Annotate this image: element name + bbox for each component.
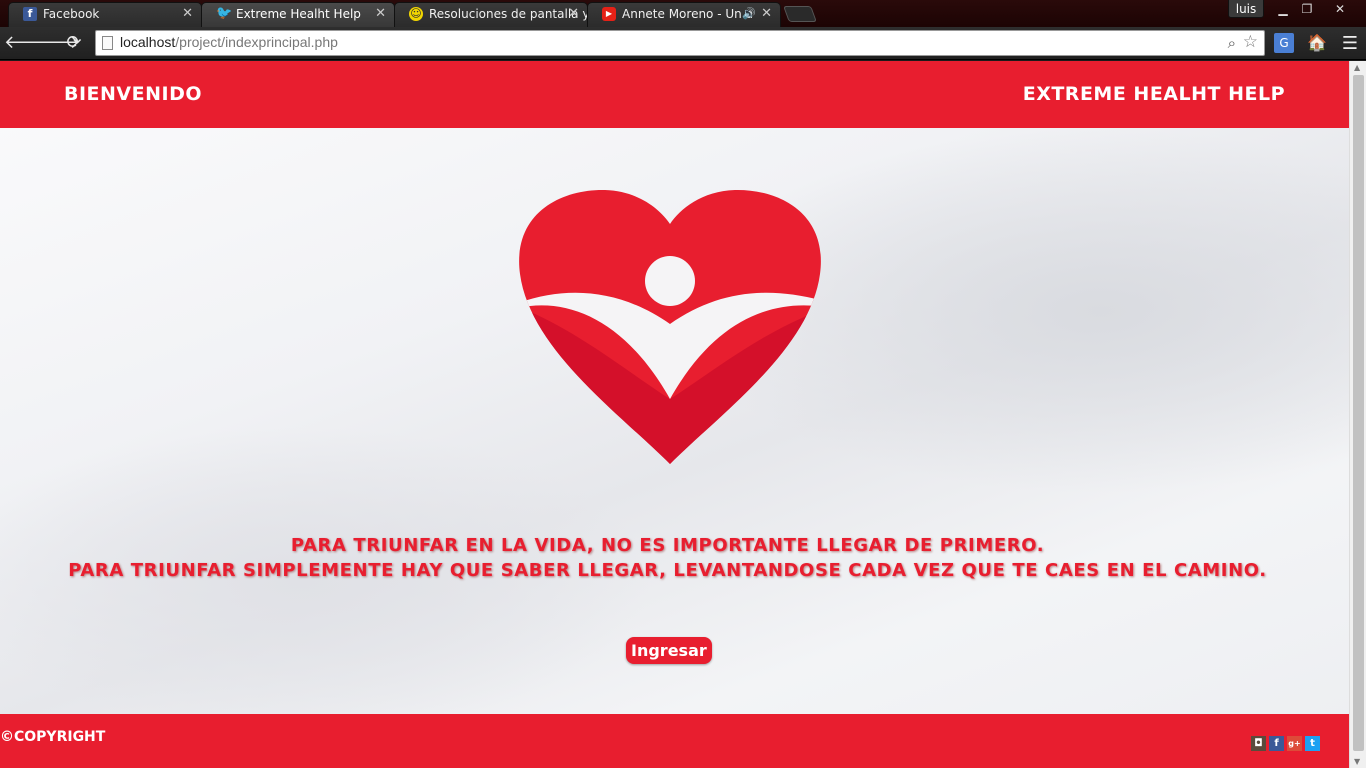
copyright-text: ©COPYRIGHT — [0, 729, 106, 745]
scroll-up-arrow-icon[interactable]: ▲ — [1354, 63, 1360, 72]
apps-extension-icon[interactable]: 🏠 — [1307, 33, 1327, 53]
site-title: EXTREME HEALHT HELP — [1022, 83, 1285, 105]
tab-label: Extreme Healht Help — [236, 7, 361, 21]
quote-line-2: PARA TRIUNFAR SIMPLEMENTE HAY QUE SABER … — [68, 560, 1267, 581]
site-header: BIENVENIDO EXTREME HEALHT HELP — [0, 61, 1349, 128]
page-icon — [102, 36, 113, 50]
scroll-down-arrow-icon[interactable]: ▼ — [1354, 757, 1360, 766]
restore-button[interactable]: ❐ — [1294, 0, 1320, 18]
instagram-icon[interactable]: ◘ — [1251, 736, 1266, 751]
google-plus-icon[interactable]: g+ — [1287, 736, 1302, 751]
twitter-icon: 🐦 — [216, 6, 233, 21]
tab-facebook[interactable]: f Facebook ✕ — [8, 2, 202, 27]
tab-label: Annete Moreno - Un a — [622, 7, 753, 21]
tab-youtube[interactable]: ▶ Annete Moreno - Un a 🔊 ✕ — [587, 2, 781, 27]
close-icon[interactable]: ✕ — [761, 3, 772, 25]
heart-head — [645, 256, 695, 306]
facebook-icon[interactable]: f — [1269, 736, 1284, 751]
url-host: localhost — [120, 34, 176, 50]
twitter-icon[interactable]: t — [1305, 736, 1320, 751]
back-button[interactable]: 🡐 — [4, 31, 52, 55]
profile-badge[interactable]: luis — [1228, 0, 1264, 18]
speaker-icon: 🔊 — [742, 7, 756, 20]
reload-button[interactable]: ⟳ — [61, 31, 87, 55]
welcome-text: BIENVENIDO — [64, 83, 203, 105]
browser-toolbar: 🡐 🡒 ⟳ localhost/project/indexprincipal.p… — [0, 27, 1366, 60]
search-icon[interactable]: ⌕ — [1228, 34, 1236, 52]
address-bar[interactable]: localhost/project/indexprincipal.php ⌕ ☆ — [95, 30, 1265, 56]
translate-extension-icon[interactable]: G — [1274, 33, 1294, 53]
url-text[interactable]: localhost/project/indexprincipal.php — [120, 34, 338, 50]
smiley-icon: ☺ — [409, 7, 423, 21]
browser-titlebar: f Facebook ✕ 🐦 Extreme Healht Help ✕ ☺ R… — [0, 0, 1366, 27]
url-path: /project/indexprincipal.php — [175, 34, 338, 50]
tab-label: Facebook — [43, 7, 100, 21]
bookmark-star-icon[interactable]: ☆ — [1243, 32, 1258, 52]
tab-resoluciones[interactable]: ☺ Resoluciones de pantalla y ✕ — [394, 2, 588, 27]
facebook-icon: f — [23, 7, 37, 21]
tab-label: Resoluciones de pantalla y — [429, 7, 588, 21]
tab-extreme-healht-help[interactable]: 🐦 Extreme Healht Help ✕ — [201, 2, 395, 27]
youtube-icon: ▶ — [602, 7, 616, 21]
close-icon[interactable]: ✕ — [568, 3, 579, 25]
menu-icon[interactable]: ☰ — [1342, 33, 1358, 54]
page-scrollbar[interactable]: ▲ ▼ — [1349, 61, 1366, 768]
heart-logo — [519, 189, 821, 464]
close-window-button[interactable]: ✕ — [1318, 0, 1362, 18]
minimize-button[interactable]: ▁ — [1270, 0, 1296, 18]
close-icon[interactable]: ✕ — [375, 3, 386, 25]
scroll-thumb[interactable] — [1353, 75, 1364, 751]
new-tab-button[interactable] — [783, 6, 817, 22]
ingresar-button[interactable]: Ingresar — [626, 637, 712, 664]
quote-line-1: PARA TRIUNFAR EN LA VIDA, NO ES IMPORTAN… — [290, 535, 1045, 556]
page-viewport: BIENVENIDO EXTREME HEALHT HELP PARA TRIU… — [0, 61, 1349, 768]
forward-button[interactable]: 🡒 — [32, 31, 80, 55]
close-icon[interactable]: ✕ — [182, 3, 193, 25]
site-footer: ©COPYRIGHT ◘ f g+ t — [0, 714, 1349, 768]
